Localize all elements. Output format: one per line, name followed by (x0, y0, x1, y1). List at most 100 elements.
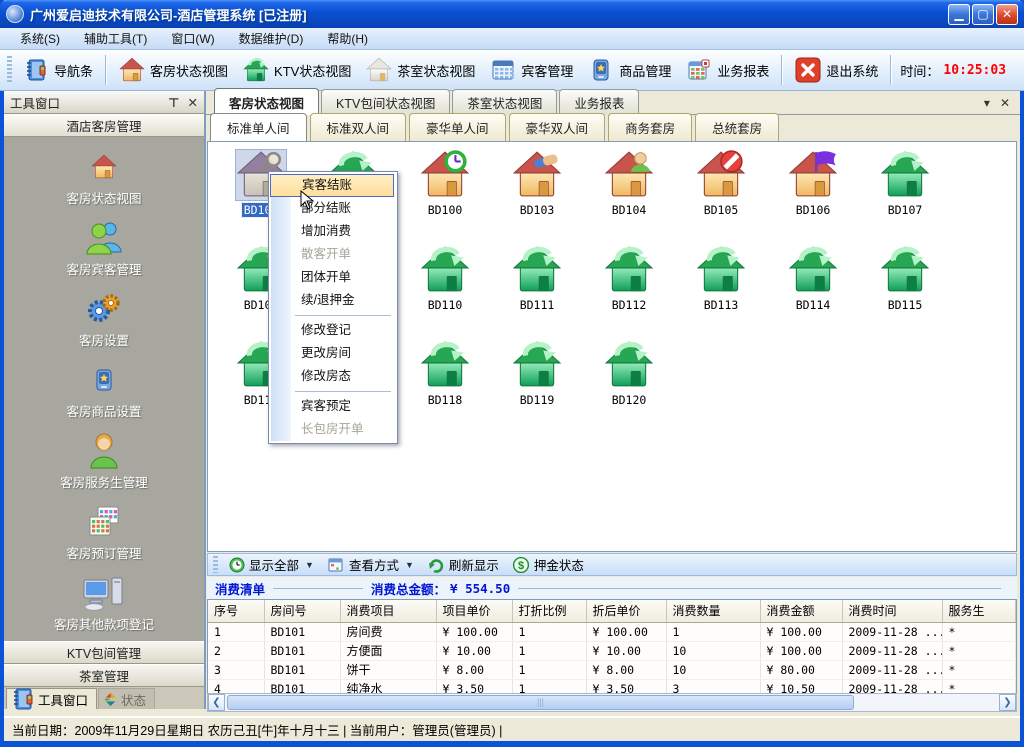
table-column-header[interactable]: 消费时间 (842, 600, 942, 623)
clock-display: 时间：10:25:03 (900, 61, 1006, 80)
room-BD119[interactable]: BD119 (491, 340, 583, 435)
sidebar-group-title[interactable]: 酒店客房管理 (4, 114, 204, 137)
context-menu-item-5[interactable]: 续/退押金 (269, 289, 395, 312)
table-column-header[interactable]: 打折比例 (512, 600, 586, 623)
toolbar-button-5[interactable]: 宾客管理 (482, 53, 580, 87)
room-BD112[interactable]: BD112 (583, 245, 675, 340)
close-panel-icon[interactable]: ✕ (188, 95, 198, 110)
table-cell: 1 (512, 661, 586, 680)
toolbar-button-6[interactable]: 商品管理 (580, 53, 678, 87)
room-BD110[interactable]: BD110 (399, 245, 491, 340)
context-menu-item-8[interactable]: 更改房间 (269, 342, 395, 365)
doc-tab-3[interactable]: 业务报表 (559, 89, 639, 115)
menu-item-2[interactable]: 窗口(W) (159, 28, 226, 49)
room-BD113[interactable]: BD113 (675, 245, 767, 340)
table-column-header[interactable]: 折后单价 (586, 600, 666, 623)
room-BD104[interactable]: BD104 (583, 150, 675, 245)
room-BD111[interactable]: BD111 (491, 245, 583, 340)
dropdown-arrow-icon[interactable]: ▼ (405, 560, 414, 570)
room-type-tab-5[interactable]: 总统套房 (695, 113, 779, 141)
room-BD107[interactable]: BD107 (859, 150, 951, 245)
room-type-tab-0[interactable]: 标准单人间 (210, 113, 307, 141)
room-BD115[interactable]: BD115 (859, 245, 951, 340)
tab-list-dropdown-icon[interactable]: ▾ (984, 96, 990, 110)
minimize-button[interactable]: ▁ (948, 4, 970, 25)
toolbar-button-3[interactable]: KTV状态视图 (235, 53, 358, 87)
table-column-header[interactable]: 消费金额 (760, 600, 842, 623)
table-cell: 4 (208, 680, 264, 694)
status-icon (103, 692, 118, 707)
dropdown-arrow-icon[interactable]: ▼ (305, 560, 314, 570)
room-BD105[interactable]: BD105 (675, 150, 767, 245)
scrollbar-track[interactable] (225, 694, 999, 711)
room-type-tab-2[interactable]: 豪华单人间 (409, 113, 506, 141)
close-button[interactable]: ✕ (996, 4, 1018, 25)
actionbar-button-3[interactable]: $ 押金状态 (506, 554, 591, 575)
table-cell: * (942, 642, 1016, 661)
room-type-tab-3[interactable]: 豪华双人间 (509, 113, 606, 141)
scroll-left-icon[interactable]: ❮ (208, 694, 225, 711)
toolbar-button-2[interactable]: 客房状态视图 (111, 53, 235, 87)
sidebar-group-button-1[interactable]: 茶室管理 (4, 664, 204, 687)
time-value: 10:25:03 (943, 63, 1006, 78)
scrollbar-thumb[interactable] (227, 695, 854, 710)
room-BD120[interactable]: BD120 (583, 340, 675, 435)
room-BD103[interactable]: BD103 (491, 150, 583, 245)
context-menu-item-4[interactable]: 团体开单 (269, 266, 395, 289)
sidebar-item-1[interactable]: 客房宾客管理 (4, 218, 204, 278)
context-menu-item-12: 长包房开单 (269, 418, 395, 441)
sidebar-item-6[interactable]: 客房其他款项登记 (4, 573, 204, 633)
sidebar-item-4[interactable]: 客房服务生管理 (4, 431, 204, 491)
context-menu-item-11[interactable]: 宾客预定 (269, 395, 395, 418)
table-column-header[interactable]: 房间号 (264, 600, 340, 623)
sidebar-item-2[interactable]: 客房设置 (4, 289, 204, 349)
toolbar-button-7[interactable]: 业务报表 (678, 53, 776, 87)
table-cell: * (942, 623, 1016, 642)
toolbar-button-4[interactable]: 茶室状态视图 (358, 53, 482, 87)
sidebar-item-3[interactable]: 客房商品设置 (4, 360, 204, 420)
sidebar-group-button-0[interactable]: KTV包间管理 (4, 641, 204, 664)
room-type-tab-4[interactable]: 商务套房 (608, 113, 692, 141)
scroll-right-icon[interactable]: ❯ (999, 694, 1016, 711)
menu-item-1[interactable]: 辅助工具(T) (72, 28, 159, 49)
table-column-header[interactable]: 项目单价 (436, 600, 512, 623)
menu-item-3[interactable]: 数据维护(D) (227, 28, 316, 49)
room-BD118[interactable]: BD118 (399, 340, 491, 435)
toolbar-button-9[interactable]: 退出系统 (787, 53, 885, 87)
doc-tab-1[interactable]: KTV包间状态视图 (321, 89, 450, 115)
table-row[interactable]: 4BD101纯净水¥ 3.501¥ 3.503¥ 10.502009-11-28… (208, 680, 1016, 694)
context-menu-item-7[interactable]: 修改登记 (269, 319, 395, 342)
doc-tab-0[interactable]: 客房状态视图 (214, 88, 319, 115)
table-column-header[interactable]: 消费数量 (666, 600, 760, 623)
sidebar-item-0[interactable]: 客房状态视图 (4, 147, 204, 207)
room-BD100[interactable]: BD100 (399, 150, 491, 245)
menu-item-4[interactable]: 帮助(H) (315, 28, 380, 49)
context-menu-item-2[interactable]: 增加消费 (269, 220, 395, 243)
actionbar-button-1[interactable]: 查看方式▼ (321, 554, 421, 575)
context-menu-item-0[interactable]: 宾客结账 (270, 174, 394, 197)
tab-close-icon[interactable]: ✕ (1000, 96, 1010, 110)
actionbar-button-2[interactable]: 刷新显示 (421, 554, 506, 575)
room-BD114[interactable]: BD114 (767, 245, 859, 340)
context-menu-item-1[interactable]: 部分结账 (269, 197, 395, 220)
table-row[interactable]: 3BD101饼干¥ 8.001¥ 8.0010¥ 80.002009-11-28… (208, 661, 1016, 680)
app-icon (6, 5, 24, 23)
table-column-header[interactable]: 序号 (208, 600, 264, 623)
room-BD106[interactable]: BD106 (767, 150, 859, 245)
table-column-header[interactable]: 消费项目 (340, 600, 436, 623)
menu-item-0[interactable]: 系统(S) (8, 28, 72, 49)
table-row[interactable]: 1BD101房间费¥ 100.001¥ 100.001¥ 100.002009-… (208, 623, 1016, 642)
table-row[interactable]: 2BD101方便面¥ 10.001¥ 10.0010¥ 100.002009-1… (208, 642, 1016, 661)
room-label: BD114 (794, 298, 833, 312)
table-column-header[interactable]: 服务生 (942, 600, 1016, 623)
sidebar-bottom-tab-0[interactable]: 工具窗口 (6, 688, 97, 709)
doc-tab-2[interactable]: 茶室状态视图 (452, 89, 557, 115)
sidebar-item-5[interactable]: 客房预订管理 (4, 502, 204, 562)
pin-icon[interactable]: ⊤ (168, 95, 179, 110)
toolbar-button-0[interactable]: 导航条 (15, 53, 100, 87)
room-type-tab-1[interactable]: 标准双人间 (310, 113, 407, 141)
maximize-button[interactable]: ▢ (972, 4, 994, 25)
context-menu-item-9[interactable]: 修改房态 (269, 365, 395, 388)
sidebar-bottom-tab-1[interactable]: 状态 (98, 688, 155, 709)
actionbar-button-0[interactable]: 显示全部▼ (221, 554, 321, 575)
